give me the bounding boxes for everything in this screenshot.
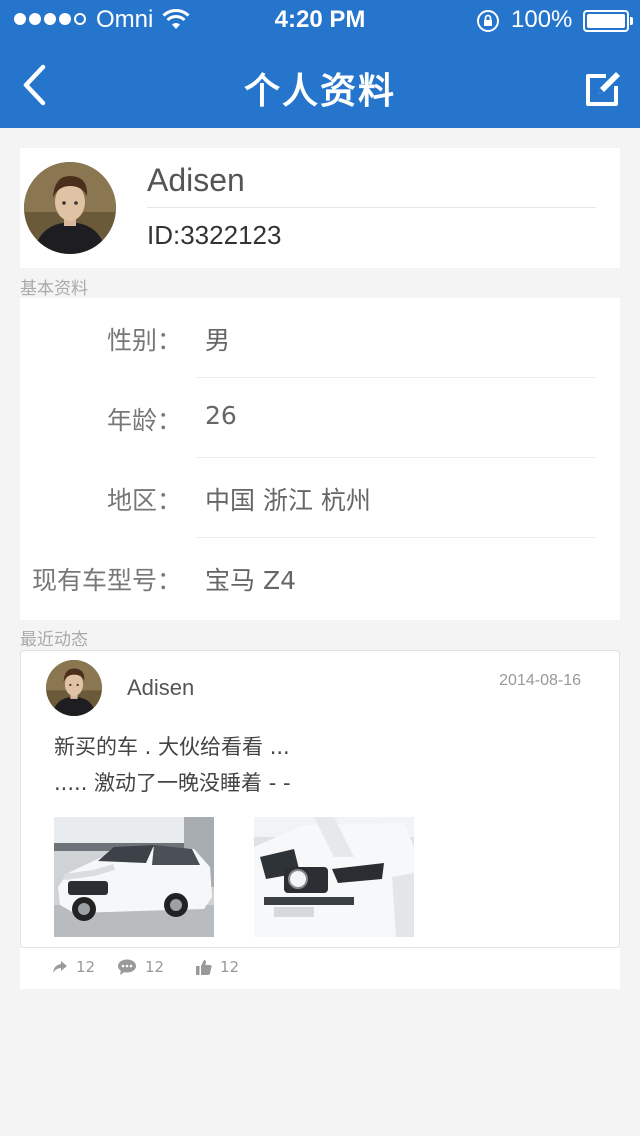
info-label: 现有车型号： [31, 566, 182, 595]
post-avatar[interactable] [46, 660, 102, 716]
profile-name: Adisen [147, 162, 245, 198]
post-card[interactable]: Adisen 2014-08-16 新买的车 . 大伙给看看 ... .....… [20, 650, 620, 948]
post-image[interactable] [54, 817, 214, 937]
edit-button[interactable] [578, 64, 626, 112]
page-title: 个人资料 [243, 71, 396, 112]
post-text-line: 新买的车 . 大伙给看看 ... [54, 735, 290, 759]
rotation-lock-icon [477, 10, 499, 32]
battery-icon [583, 10, 633, 32]
car-photo-front [254, 817, 414, 937]
info-value: 宝马 Z4 [205, 566, 296, 595]
section-title-recent: 最近动态 [20, 630, 88, 650]
share-count: 12 [76, 958, 96, 976]
share-button[interactable]: 12 [52, 958, 95, 976]
comment-count: 12 [145, 958, 165, 976]
info-row-age: 年龄： 26 [20, 378, 620, 458]
info-label: 地区： [106, 486, 182, 515]
post-text-line: ..... 激动了一晚没睡着 - - [54, 771, 291, 795]
info-row-car-model: 现有车型号： 宝马 Z4 [20, 538, 620, 618]
section-title-basic-info: 基本资料 [20, 279, 88, 299]
like-count: 12 [220, 958, 240, 976]
post-text: 新买的车 . 大伙给看看 ... ..... 激动了一晚没睡着 - - [54, 729, 291, 801]
avatar[interactable] [24, 162, 116, 254]
post-date: 2014-08-16 [499, 672, 581, 689]
navigation-header: Omni 4:20 PM 100% 个人资料 [0, 0, 640, 128]
profile-card: Adisen ID:3322123 [20, 148, 620, 268]
avatar-image [46, 660, 102, 716]
info-value: 26 [205, 401, 237, 430]
profile-id: ID:3322123 [147, 220, 282, 250]
basic-info-card: 性别： 男 年龄： 26 地区： 中国 浙江 杭州 现有车型号： 宝马 Z4 [20, 298, 620, 620]
info-value: 男 [205, 326, 231, 355]
info-row-region: 地区： 中国 浙江 杭州 [20, 458, 620, 538]
avatar-image [24, 162, 116, 254]
divider [147, 207, 596, 208]
thumbs-up-icon [196, 960, 212, 975]
share-icon [53, 961, 67, 973]
edit-icon [586, 72, 620, 106]
comment-icon [118, 959, 136, 975]
car-photo-side [54, 817, 214, 937]
battery-percentage: 100% [511, 6, 573, 33]
post-author: Adisen [127, 675, 195, 700]
post-action-bar: 12 12 12 [20, 948, 620, 989]
info-label: 年龄： [106, 406, 182, 435]
status-bar: Omni 4:20 PM 100% [0, 0, 640, 40]
like-button[interactable]: 12 [196, 958, 239, 976]
info-label: 性别： [106, 326, 182, 355]
post-image[interactable] [254, 817, 414, 937]
comment-button[interactable]: 12 [117, 958, 164, 976]
info-row-gender: 性别： 男 [20, 298, 620, 378]
info-value: 中国 浙江 杭州 [205, 486, 371, 515]
